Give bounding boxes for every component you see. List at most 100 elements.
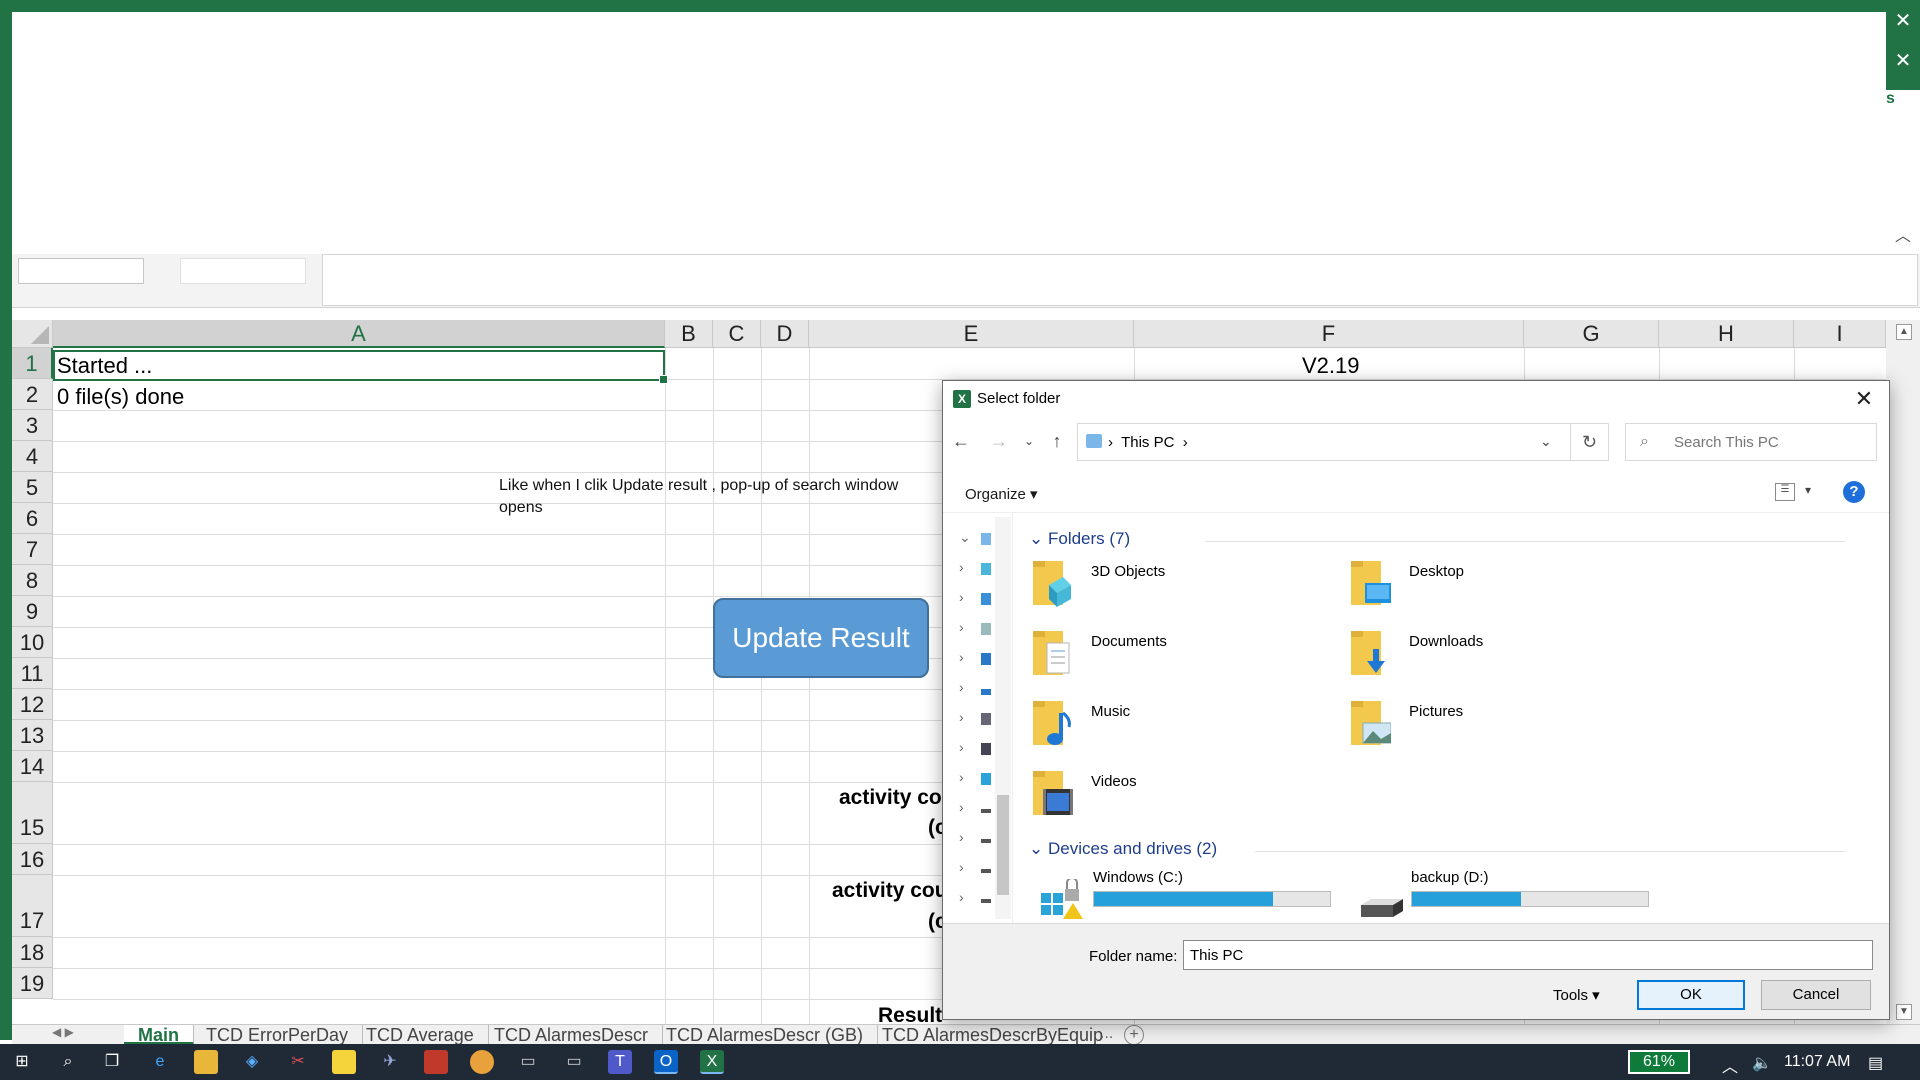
address-dropdown-chevron-icon[interactable]: ⌄: [1540, 433, 1552, 450]
row-header-14[interactable]: 14: [12, 751, 53, 782]
row-header-17[interactable]: 17: [12, 875, 53, 937]
column-header-a[interactable]: A: [53, 320, 665, 348]
chevron-right-icon[interactable]: ›: [959, 559, 964, 575]
drive-item-c[interactable]: Windows (C:): [1029, 869, 1339, 923]
cell-result-partial[interactable]: Result: [878, 1004, 942, 1024]
folder-item-desktop[interactable]: Desktop: [1349, 557, 1649, 617]
show-hidden-icons-icon[interactable]: ︿: [1722, 1053, 1738, 1077]
search-box[interactable]: ⌕ Search This PC: [1625, 423, 1877, 461]
folder-item-documents[interactable]: Documents: [1031, 627, 1331, 687]
security-app-icon[interactable]: [424, 1050, 448, 1074]
column-header-b[interactable]: B: [665, 320, 713, 348]
help-icon[interactable]: ?: [1843, 481, 1865, 503]
folder-item-music[interactable]: Music: [1031, 697, 1331, 757]
organize-button[interactable]: Organize ▾: [965, 485, 1038, 503]
column-header-d[interactable]: D: [761, 320, 809, 348]
battery-indicator[interactable]: 61%: [1628, 1050, 1690, 1074]
sheet-tab-alarmesdescrbyequip[interactable]: TCD AlarmesDescrByEquip: [868, 1025, 1117, 1045]
column-header-c[interactable]: C: [713, 320, 761, 348]
cell-f1[interactable]: V2.19: [1302, 353, 1360, 379]
tools-button[interactable]: Tools ▾: [1553, 986, 1600, 1004]
column-header-i[interactable]: I: [1794, 320, 1886, 348]
row-header-4[interactable]: 4: [12, 441, 53, 472]
chevron-right-icon[interactable]: ›: [959, 739, 964, 755]
row-header-13[interactable]: 13: [12, 720, 53, 751]
close-window-icon[interactable]: ✕: [1886, 8, 1920, 33]
outlook-icon[interactable]: O: [654, 1050, 678, 1074]
folder-item-downloads[interactable]: Downloads: [1349, 627, 1649, 687]
refresh-icon[interactable]: ↻: [1571, 423, 1609, 461]
chevron-right-icon[interactable]: ›: [959, 649, 964, 665]
app-icon[interactable]: ✈: [378, 1050, 402, 1074]
folder-content-pane[interactable]: ⌄ Folders (7) 3D Objects Desktop Documen…: [1015, 513, 1887, 923]
back-arrow-icon[interactable]: ←: [949, 429, 973, 453]
update-result-button[interactable]: Update Result: [713, 598, 929, 678]
teams-icon[interactable]: T: [608, 1050, 632, 1074]
row-header-19[interactable]: 19: [12, 968, 53, 999]
column-header-h[interactable]: H: [1659, 320, 1794, 348]
chevron-right-icon[interactable]: ›: [959, 799, 964, 815]
cancel-button[interactable]: Cancel: [1761, 980, 1871, 1010]
add-sheet-icon[interactable]: +: [1124, 1025, 1144, 1045]
sheet-tab-alarmesdescr-gb[interactable]: TCD AlarmesDescr (GB): [652, 1025, 879, 1045]
scroll-down-icon[interactable]: ▼: [1896, 1004, 1912, 1020]
scroll-up-icon[interactable]: ▲: [1896, 324, 1912, 340]
nav-pane-scrollbar[interactable]: [995, 517, 1011, 919]
sheet-tab-average[interactable]: TCD Average: [352, 1025, 489, 1045]
sticky-notes-icon[interactable]: [332, 1050, 356, 1074]
row-header-15[interactable]: 15: [12, 782, 53, 844]
chevron-right-icon[interactable]: ›: [959, 829, 964, 845]
chevron-right-icon[interactable]: ›: [959, 769, 964, 785]
row-header-6[interactable]: 6: [12, 503, 53, 534]
vertical-scrollbar[interactable]: ▲ ▼: [1886, 320, 1920, 1024]
column-header-f[interactable]: F: [1134, 320, 1524, 348]
up-arrow-icon[interactable]: ↑: [1045, 429, 1069, 453]
chevron-right-icon[interactable]: ›: [959, 709, 964, 725]
sheet-nav-arrows-icon[interactable]: ◀ ▶: [52, 1025, 122, 1045]
row-header-12[interactable]: 12: [12, 689, 53, 720]
chevron-right-icon[interactable]: ›: [959, 889, 964, 905]
column-header-g[interactable]: G: [1524, 320, 1659, 348]
sheet-tab-main[interactable]: Main: [124, 1025, 195, 1045]
chrome-icon[interactable]: [470, 1050, 494, 1074]
cell-a2[interactable]: 0 file(s) done: [57, 384, 184, 410]
row-header-16[interactable]: 16: [12, 844, 53, 875]
chevron-right-icon[interactable]: ›: [959, 859, 964, 875]
cell-a1[interactable]: Started ...: [57, 353, 152, 379]
name-box[interactable]: [18, 258, 144, 284]
drives-group-header[interactable]: ⌄ Devices and drives (2): [1029, 839, 1217, 859]
close-workbook-icon[interactable]: ✕: [1886, 48, 1920, 73]
file-explorer-icon[interactable]: [194, 1050, 218, 1074]
change-view-icon[interactable]: ☰: [1775, 483, 1795, 501]
row-header-18[interactable]: 18: [12, 937, 53, 968]
window-app-icon-2[interactable]: ▭: [562, 1050, 586, 1074]
recent-locations-chevron-icon[interactable]: ⌄: [1017, 429, 1041, 453]
address-bar[interactable]: › This PC › ⌄: [1077, 423, 1571, 461]
cell-e15-line1[interactable]: activity cou: [839, 786, 955, 810]
edge-icon[interactable]: e: [148, 1050, 172, 1074]
notifications-icon[interactable]: ▤: [1868, 1053, 1883, 1073]
expanded-chevron-icon[interactable]: ⌄: [959, 529, 971, 546]
clock[interactable]: 11:07 AM: [1784, 1053, 1850, 1071]
row-header-10[interactable]: 10: [12, 627, 53, 658]
view-dropdown-chevron-icon[interactable]: ▾: [1805, 483, 1811, 497]
row-header-3[interactable]: 3: [12, 410, 53, 441]
row-header-5[interactable]: 5: [12, 472, 53, 503]
drive-item-d[interactable]: backup (D:): [1347, 869, 1657, 923]
row-header-1[interactable]: 1: [12, 348, 53, 379]
chevron-right-icon[interactable]: ›: [959, 679, 964, 695]
column-header-e[interactable]: E: [809, 320, 1134, 348]
more-sheets[interactable]: ...: [1100, 1025, 1113, 1043]
excel-taskbar-icon[interactable]: X: [700, 1050, 724, 1074]
navigation-pane[interactable]: ⌄ › › › › › › › › › › › ›: [943, 513, 1013, 923]
search-icon[interactable]: ⌕: [56, 1050, 80, 1074]
volume-icon[interactable]: 🔈: [1752, 1053, 1772, 1073]
folders-group-header[interactable]: ⌄ Folders (7): [1029, 529, 1130, 549]
chevron-right-icon[interactable]: ›: [959, 589, 964, 605]
windows-start-icon[interactable]: ⊞: [10, 1050, 34, 1074]
formula-input[interactable]: [322, 254, 1918, 306]
formula-buttons[interactable]: [180, 258, 306, 284]
cell-e17-line1[interactable]: activity cou: [832, 879, 948, 903]
snipping-tool-icon[interactable]: ✂: [286, 1050, 310, 1074]
scrollbar-thumb[interactable]: [997, 795, 1009, 895]
